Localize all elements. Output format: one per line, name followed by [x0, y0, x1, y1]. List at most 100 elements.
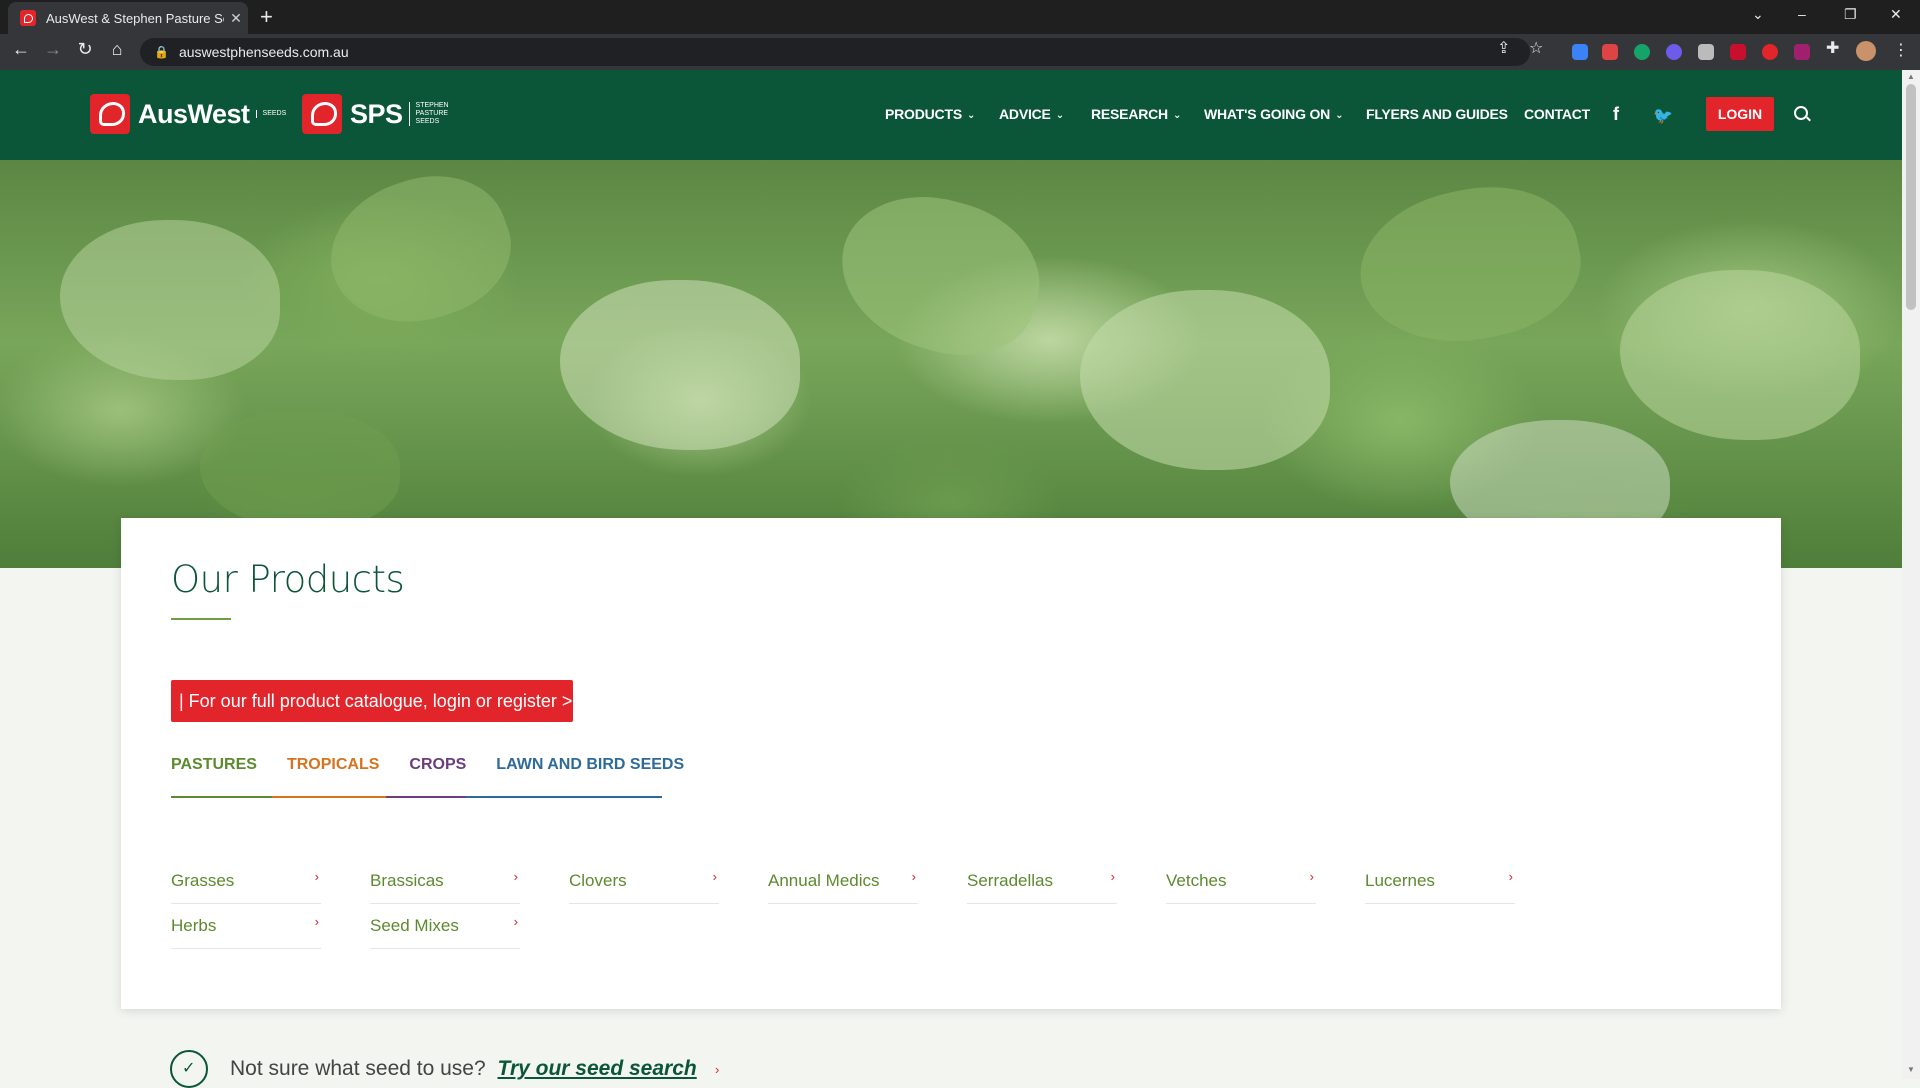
home-icon[interactable]: ⌂ — [104, 39, 130, 60]
extension-gear-icon[interactable] — [1666, 44, 1682, 60]
sps-logo-text: SPS — [350, 98, 403, 129]
category-clovers[interactable]: Clovers › — [569, 863, 719, 904]
category-label: Clovers — [569, 871, 627, 890]
category-label: Seed Mixes — [370, 916, 459, 935]
facebook-icon[interactable]: f — [1613, 104, 1619, 125]
nav-products[interactable]: PRODUCTS ⌄ — [885, 106, 975, 122]
extensions-puzzle-icon[interactable]: ✚ — [1826, 38, 1839, 58]
nav-flyers-and-guides[interactable]: FLYERS AND GUIDES — [1366, 106, 1508, 122]
category-serradellas[interactable]: Serradellas › — [967, 863, 1117, 904]
product-tabs: PASTURES TROPICALS CROPS LAWN AND BIRD S… — [171, 754, 714, 798]
chevron-down-icon: ⌄ — [1335, 110, 1344, 121]
lock-icon: 🔒 — [154, 45, 169, 59]
chevron-right-icon: › — [911, 869, 916, 884]
site-favicon-icon — [20, 10, 36, 26]
sps-logo-icon — [302, 94, 342, 134]
url-text: auswestphenseeds.com.au — [178, 44, 349, 60]
chevron-right-icon: › — [1508, 869, 1513, 884]
browser-tab[interactable]: AusWest & Stephen Pasture Seed ✕ — [8, 2, 248, 34]
category-grasses[interactable]: Grasses › — [171, 863, 321, 904]
seed-search-link[interactable]: Try our seed search — [498, 1057, 697, 1080]
category-label: Vetches — [1166, 871, 1227, 890]
twitter-icon[interactable]: 🐦 — [1653, 106, 1673, 126]
nav-contact[interactable]: CONTACT — [1524, 106, 1590, 122]
category-label: Lucernes — [1365, 871, 1435, 890]
auswest-logo-subtext: SEEDS — [255, 110, 286, 118]
browser-toolbar: ← → ↻ ⌂ 🔒 auswestphenseeds.com.au ⇪ ☆ ✚ — [0, 34, 1920, 70]
nav-products-label: PRODUCTS — [885, 106, 962, 122]
category-label: Brassicas — [370, 871, 444, 890]
reload-icon[interactable]: ↻ — [72, 39, 98, 60]
auswest-logo[interactable]: AusWest SEEDS — [90, 94, 286, 134]
nav-advice[interactable]: ADVICE ⌄ — [999, 106, 1064, 122]
seed-search-prompt[interactable]: Not sure what seed to use? Try our seed … — [170, 1050, 719, 1088]
profile-avatar[interactable] — [1856, 41, 1876, 61]
hero-image-leaves — [0, 160, 1902, 568]
login-button[interactable]: LOGIN — [1706, 97, 1774, 131]
nav-whats-going-on[interactable]: WHAT'S GOING ON ⌄ — [1204, 106, 1343, 122]
chevron-down-icon: ⌄ — [1172, 110, 1182, 121]
chevron-right-icon: › — [314, 914, 319, 929]
chevron-down-icon: ⌄ — [966, 110, 976, 121]
close-window-button[interactable]: ✕ — [1890, 6, 1902, 23]
nav-research-label: RESEARCH — [1091, 106, 1168, 122]
catalogue-login-button[interactable]: | For our full product catalogue, login … — [171, 680, 573, 722]
nav-research[interactable]: RESEARCH ⌄ — [1091, 106, 1181, 122]
chevron-right-icon: › — [715, 1062, 720, 1077]
extension-icon[interactable] — [1794, 44, 1810, 60]
category-label: Herbs — [171, 916, 217, 935]
category-brassicas[interactable]: Brassicas › — [370, 863, 520, 904]
adblock-extension-icon[interactable] — [1730, 44, 1746, 60]
seed-search-question: Not sure what seed to use? — [230, 1057, 486, 1080]
tab-crops[interactable]: CROPS — [409, 754, 466, 798]
tab-title: AusWest & Stephen Pasture Seed — [46, 10, 224, 26]
search-icon[interactable] — [1794, 106, 1808, 120]
browser-tab-strip: AusWest & Stephen Pasture Seed ✕ + ⌄ – ❐… — [0, 0, 1920, 34]
chevron-right-icon: › — [712, 869, 717, 884]
seedling-icon — [170, 1050, 208, 1088]
tab-pastures[interactable]: PASTURES — [171, 754, 257, 798]
scroll-up-icon[interactable]: ▲ — [1907, 72, 1915, 81]
tab-lawn-and-bird-seeds[interactable]: LAWN AND BIRD SEEDS — [496, 754, 684, 798]
sps-logo-subtext: STEPHEN PASTURE SEEDS — [408, 102, 449, 126]
extension-icon[interactable] — [1572, 44, 1588, 60]
category-vetches[interactable]: Vetches › — [1166, 863, 1316, 904]
category-seed-mixes[interactable]: Seed Mixes › — [370, 908, 520, 949]
back-icon[interactable]: ← — [8, 39, 34, 60]
sps-logo[interactable]: SPS STEPHEN PASTURE SEEDS — [302, 94, 449, 134]
scroll-down-icon[interactable]: ▼ — [1907, 1065, 1915, 1074]
category-annual-medics[interactable]: Annual Medics › — [768, 863, 918, 904]
extension-icon[interactable] — [1698, 44, 1714, 60]
chevron-right-icon: › — [1309, 869, 1314, 884]
grammarly-extension-icon[interactable] — [1634, 44, 1650, 60]
title-underline — [171, 618, 231, 620]
close-tab-icon[interactable]: ✕ — [224, 10, 248, 27]
minimize-button[interactable]: – — [1798, 6, 1806, 22]
tab-underline-crops — [386, 796, 466, 798]
forward-icon[interactable]: → — [40, 39, 66, 60]
new-tab-button[interactable]: + — [260, 4, 273, 30]
angular-extension-icon[interactable] — [1602, 44, 1618, 60]
category-label: Serradellas — [967, 871, 1053, 890]
browser-menu-icon[interactable]: ⋮ — [1893, 40, 1909, 60]
tab-search-icon[interactable]: ⌄ — [1752, 6, 1764, 23]
scrollbar-thumb[interactable] — [1906, 84, 1916, 310]
chevron-right-icon: › — [314, 869, 319, 884]
page-title: Our Products — [171, 558, 405, 601]
category-herbs[interactable]: Herbs › — [171, 908, 321, 949]
extension-icon[interactable] — [1762, 44, 1778, 60]
chevron-right-icon: › — [513, 869, 518, 884]
nav-advice-label: ADVICE — [999, 106, 1051, 122]
page-scrollbar[interactable]: ▲ ▼ — [1902, 70, 1920, 1079]
tab-underline-lawn — [466, 796, 662, 798]
seed-search-text: Not sure what seed to use? Try our seed … — [230, 1057, 697, 1081]
category-label: Annual Medics — [768, 871, 880, 890]
share-icon[interactable]: ⇪ — [1497, 38, 1510, 58]
restore-button[interactable]: ❐ — [1844, 6, 1857, 23]
address-bar[interactable]: 🔒 auswestphenseeds.com.au — [140, 38, 1530, 66]
site-header: AusWest SEEDS SPS STEPHEN PASTURE SEEDS … — [0, 70, 1902, 160]
bookmark-star-icon[interactable]: ☆ — [1529, 38, 1543, 58]
tab-tropicals[interactable]: TROPICALS — [287, 754, 379, 798]
auswest-logo-icon — [90, 94, 130, 134]
category-lucernes[interactable]: Lucernes › — [1365, 863, 1515, 904]
